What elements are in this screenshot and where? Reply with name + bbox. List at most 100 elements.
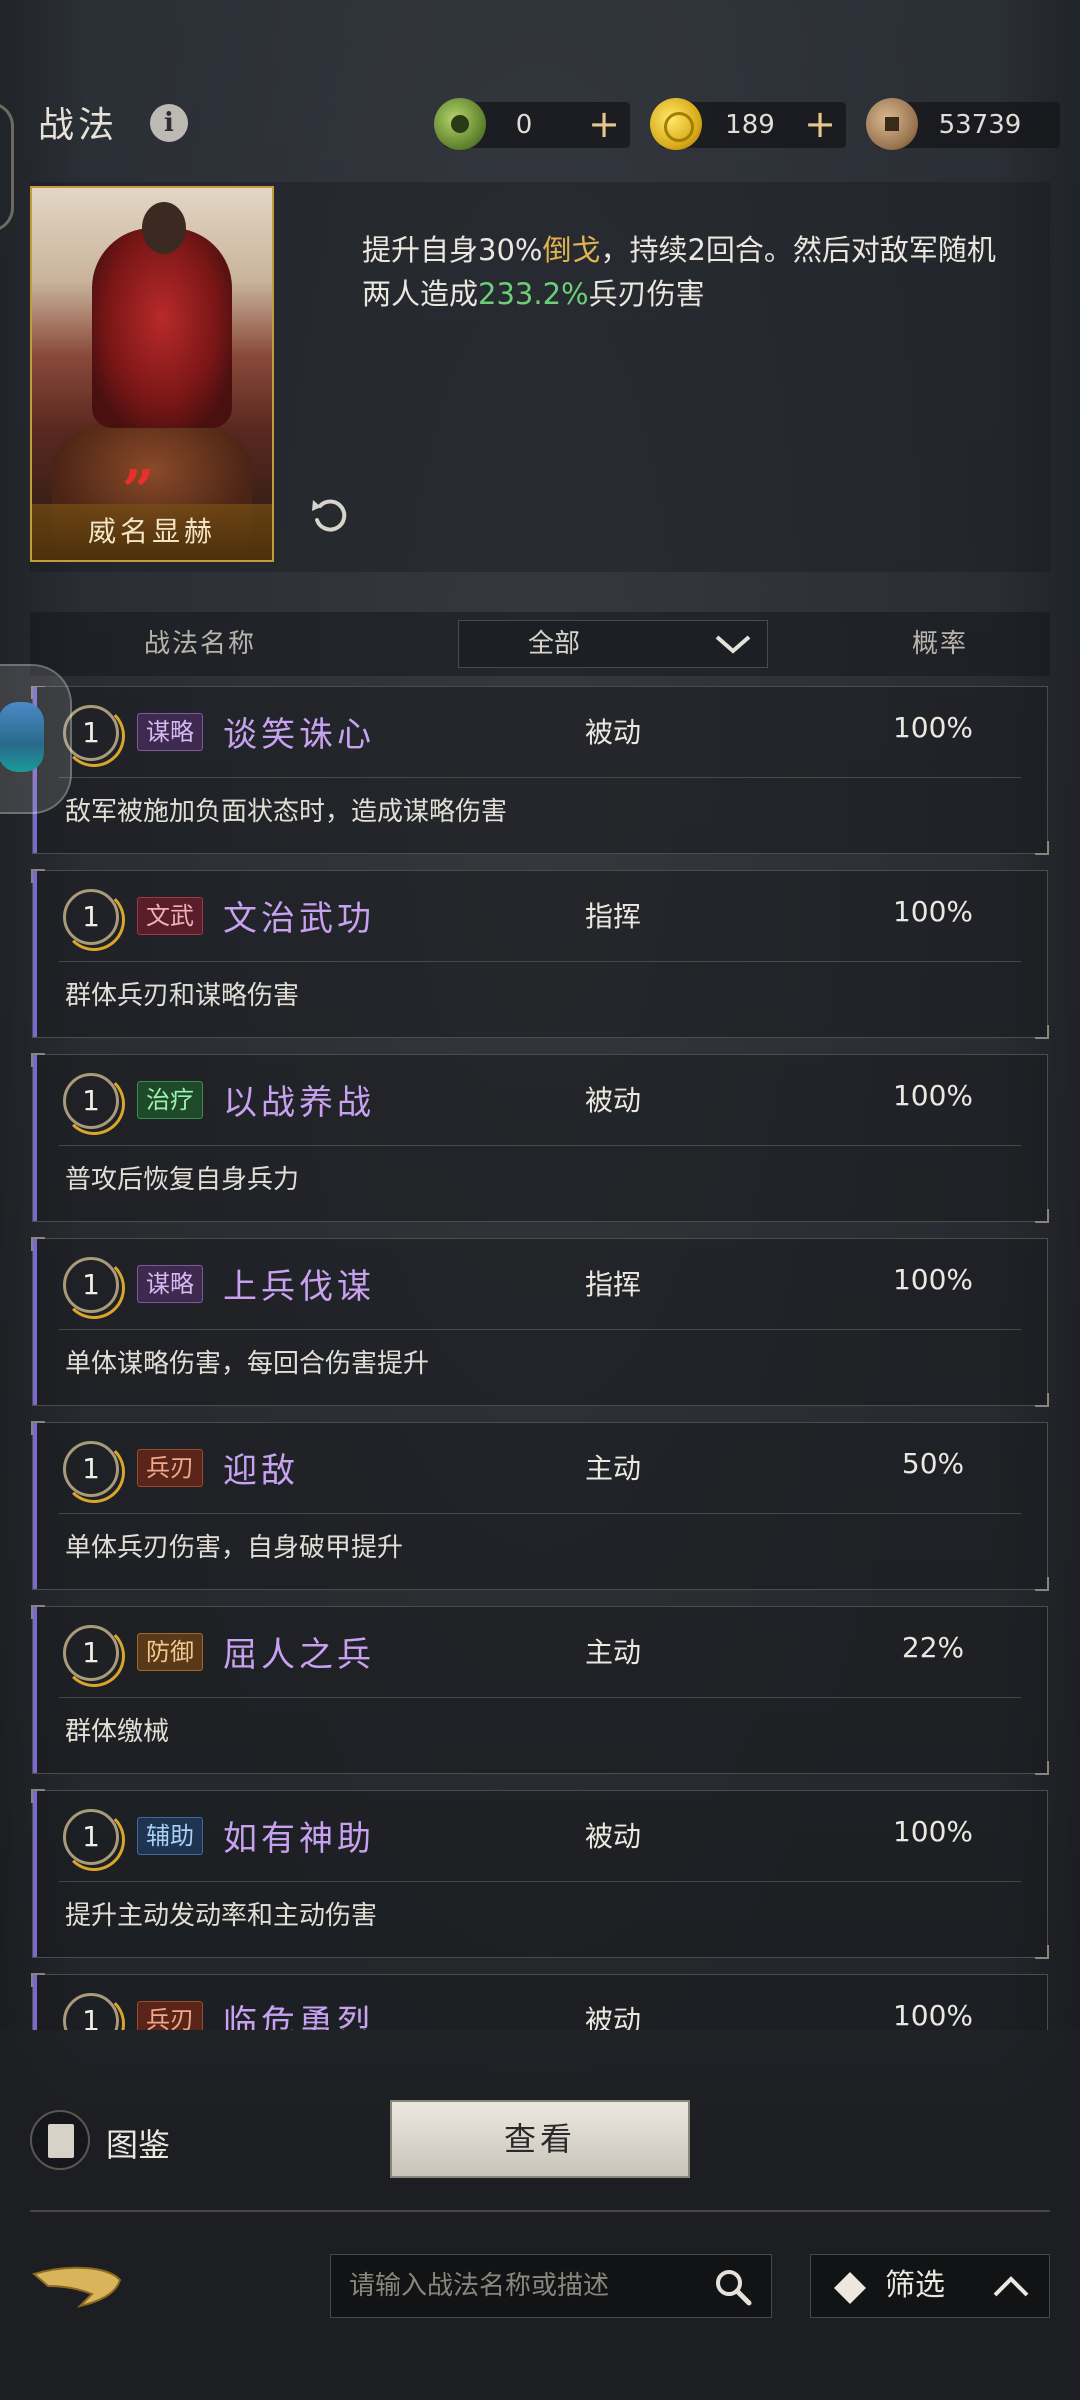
skill-type: 指挥 bbox=[584, 1268, 641, 1301]
skill-name: 文治武功 bbox=[223, 899, 375, 939]
currency-amount: 189 bbox=[725, 110, 775, 140]
add-currency-button[interactable]: + bbox=[588, 102, 620, 148]
skill-rate: 100% bbox=[892, 711, 974, 744]
filter-label: 筛选 bbox=[885, 2268, 945, 2303]
chevron-down-icon bbox=[715, 635, 751, 654]
gold-coin-icon bbox=[650, 98, 702, 150]
page-title: 战法 bbox=[38, 105, 119, 146]
row-accent bbox=[33, 1055, 37, 1221]
column-header-name: 战法名称 bbox=[143, 629, 256, 659]
copper-coin-icon bbox=[866, 98, 918, 150]
skill-rate: 100% bbox=[892, 1999, 974, 2030]
level-badge: 1 bbox=[63, 1993, 125, 2030]
skill-table-header: 战法名称 全部 概率 bbox=[30, 612, 1050, 676]
skill-name: 上兵伐谋 bbox=[223, 1267, 375, 1307]
skill-summary: 群体缴械 bbox=[65, 1717, 170, 1747]
skill-category-tag: 文武 bbox=[137, 897, 203, 935]
skill-rate: 50% bbox=[901, 1447, 965, 1480]
divider bbox=[59, 1881, 1021, 1882]
list-item[interactable]: 1 治疗 以战养战 被动 100% 普攻后恢复自身兵力 bbox=[31, 1053, 1049, 1223]
skill-summary: 单体谋略伤害，每回合伤害提升 bbox=[65, 1349, 430, 1379]
rider-head-art bbox=[142, 202, 186, 254]
skill-type: 主动 bbox=[584, 1452, 641, 1485]
search-field[interactable] bbox=[330, 2254, 772, 2318]
type-filter-dropdown[interactable]: 全部 bbox=[458, 620, 768, 668]
currency-jade: 0 + bbox=[434, 98, 630, 150]
skill-name: 谈笑诛心 bbox=[223, 715, 375, 755]
side-tab-handle[interactable] bbox=[0, 102, 14, 232]
bottom-divider bbox=[30, 2210, 1050, 2212]
skill-category-tag: 治疗 bbox=[137, 1081, 203, 1119]
skill-type: 被动 bbox=[584, 1820, 641, 1853]
skill-rate: 100% bbox=[892, 1815, 974, 1848]
list-item[interactable]: 1 兵刃 迎敌 主动 50% 单体兵刃伤害，自身破甲提升 bbox=[31, 1421, 1049, 1591]
rider-art bbox=[92, 228, 232, 428]
currency-gold: 189 + bbox=[650, 98, 846, 150]
row-accent bbox=[33, 1975, 37, 2030]
level-badge: 1 bbox=[63, 1809, 125, 1871]
skill-summary: 敌军被施加负面状态时，造成谋略伤害 bbox=[65, 797, 508, 827]
skill-category-tag: 兵刃 bbox=[137, 1449, 203, 1487]
skill-type: 主动 bbox=[584, 1636, 641, 1669]
filter-diamond-icon bbox=[834, 2272, 866, 2304]
skill-card-art[interactable]: ” 威名显赫 bbox=[30, 186, 274, 562]
skill-list[interactable]: 1 谋略 谈笑诛心 被动 100% 敌军被施加负面状态时，造成谋略伤害 1 文武… bbox=[30, 686, 1050, 2030]
row-accent bbox=[33, 1607, 37, 1773]
floating-assistant-button[interactable] bbox=[0, 664, 72, 814]
search-input[interactable] bbox=[349, 2255, 689, 2317]
view-button[interactable]: 查看 bbox=[390, 2100, 690, 2178]
skill-type: 被动 bbox=[584, 716, 641, 749]
dropdown-value: 全部 bbox=[527, 629, 580, 659]
skill-type: 被动 bbox=[584, 2004, 641, 2030]
skill-type: 指挥 bbox=[584, 900, 641, 933]
currency-amount: 53739 bbox=[938, 110, 1022, 140]
chevron-up-icon bbox=[993, 2276, 1029, 2297]
header-bar: 战法 i 0 + 189 + 53739 bbox=[0, 90, 1080, 160]
level-badge: 1 bbox=[63, 1441, 125, 1503]
row-accent bbox=[33, 871, 37, 1037]
row-accent bbox=[33, 1423, 37, 1589]
skill-rate: 100% bbox=[892, 895, 974, 928]
currency-amount: 0 bbox=[515, 110, 533, 140]
skill-category-tag: 谋略 bbox=[137, 713, 203, 751]
skill-category-tag: 防御 bbox=[137, 1633, 203, 1671]
level-badge: 1 bbox=[63, 1257, 125, 1319]
reset-icon[interactable] bbox=[308, 492, 354, 538]
list-item[interactable]: 1 兵刃 临危勇烈 被动 100% bbox=[31, 1973, 1048, 2030]
skill-category-tag: 兵刃 bbox=[137, 2001, 203, 2030]
row-accent bbox=[33, 1791, 37, 1957]
bottom-panel bbox=[0, 2030, 1080, 2400]
filter-button[interactable]: 筛选 bbox=[810, 2254, 1050, 2318]
level-badge: 1 bbox=[63, 889, 125, 951]
back-arrow-icon[interactable] bbox=[28, 2256, 128, 2316]
skill-name: 如有神助 bbox=[223, 1819, 375, 1859]
codex-label: 图鉴 bbox=[106, 2126, 171, 2164]
divider bbox=[59, 1145, 1021, 1146]
codex-book-icon bbox=[30, 2110, 90, 2170]
skill-name: 临危勇烈 bbox=[223, 2003, 375, 2030]
skill-summary: 提升主动发动率和主动伤害 bbox=[65, 1901, 378, 1931]
list-item[interactable]: 1 辅助 如有神助 被动 100% 提升主动发动率和主动伤害 bbox=[31, 1789, 1049, 1959]
skill-detail-panel: ” 威名显赫 提升自身30%倒戈，持续2回合。然后对敌军随机两人造成233.2%… bbox=[30, 182, 1050, 572]
assistant-bird-icon bbox=[0, 702, 44, 772]
divider bbox=[59, 1329, 1021, 1330]
list-item[interactable]: 1 谋略 上兵伐谋 指挥 100% 单体谋略伤害，每回合伤害提升 bbox=[31, 1237, 1049, 1407]
level-badge: 1 bbox=[63, 1073, 125, 1135]
add-currency-button[interactable]: + bbox=[804, 102, 836, 148]
desc-text: 兵刃伤害 bbox=[588, 277, 705, 311]
divider bbox=[59, 1513, 1021, 1514]
column-header-rate: 概率 bbox=[911, 629, 968, 659]
currency-copper: 53739 bbox=[866, 98, 1060, 150]
divider bbox=[59, 1697, 1021, 1698]
list-item[interactable]: 1 防御 屈人之兵 主动 22% 群体缴械 bbox=[31, 1605, 1049, 1775]
skill-rate: 22% bbox=[901, 1631, 965, 1664]
skill-summary: 群体兵刃和谋略伤害 bbox=[65, 981, 300, 1011]
jade-coin-icon bbox=[434, 98, 486, 150]
list-item[interactable]: 1 谋略 谈笑诛心 被动 100% 敌军被施加负面状态时，造成谋略伤害 bbox=[31, 686, 1049, 855]
search-icon[interactable] bbox=[713, 2267, 753, 2307]
desc-keyword[interactable]: 倒戈 bbox=[542, 233, 600, 267]
list-item[interactable]: 1 文武 文治武功 指挥 100% 群体兵刃和谋略伤害 bbox=[31, 869, 1049, 1039]
info-icon[interactable]: i bbox=[150, 104, 188, 142]
desc-text: 提升自身30% bbox=[362, 233, 543, 267]
skill-category-tag: 辅助 bbox=[137, 1817, 203, 1855]
